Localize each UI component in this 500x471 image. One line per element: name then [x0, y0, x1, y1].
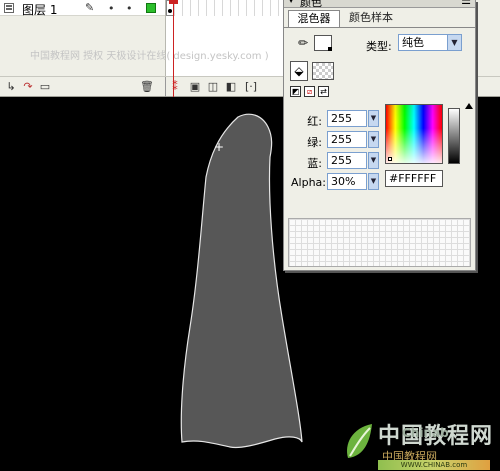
- playhead[interactable]: [173, 0, 174, 97]
- frame-grid: [166, 0, 285, 16]
- collapse-arrow-icon[interactable]: ▼: [288, 0, 294, 4]
- red-label: 红:: [307, 115, 322, 128]
- onion-markers-icon[interactable]: [·]: [244, 80, 258, 94]
- toolbar-divider: [165, 77, 166, 97]
- tab-mixer[interactable]: 混色器: [288, 10, 340, 27]
- fill-bucket-icon[interactable]: ⬙: [290, 61, 308, 81]
- color-spectrum[interactable]: [385, 104, 443, 164]
- playhead-handle[interactable]: [169, 0, 178, 4]
- blue-input[interactable]: 255: [327, 152, 367, 169]
- leaf-logo-icon: [347, 424, 372, 458]
- add-layer-icon[interactable]: ↳: [4, 80, 18, 94]
- watermark-text: 中国教程网 授权 天极设计在线( design.yesky.com ): [30, 51, 269, 62]
- add-guide-layer-icon[interactable]: ↷: [21, 80, 35, 94]
- visibility-dot[interactable]: •: [108, 2, 115, 15]
- layer-name[interactable]: 图层 1: [22, 1, 57, 18]
- alpha-input[interactable]: 30%: [327, 173, 367, 190]
- panel-header[interactable]: ▼ 颜色 ☰: [284, 0, 475, 9]
- hex-input[interactable]: #FFFFFF: [385, 170, 443, 187]
- lock-dot[interactable]: •: [126, 2, 133, 15]
- green-dropdown-icon[interactable]: ▼: [368, 131, 379, 148]
- frame-area[interactable]: [165, 0, 285, 76]
- edit-frames-icon[interactable]: ◧: [224, 80, 238, 94]
- logo-english-text: Chinab: [402, 426, 449, 440]
- blue-dropdown-icon[interactable]: ▼: [368, 152, 379, 169]
- blue-label: 蓝:: [307, 157, 322, 170]
- onion-outline-icon[interactable]: ◫: [206, 80, 220, 94]
- brightness-marker-icon[interactable]: [465, 103, 473, 109]
- green-input[interactable]: 255: [327, 131, 367, 148]
- alpha-dropdown-icon[interactable]: ▼: [368, 173, 379, 190]
- tab-swatches[interactable]: 颜色样本: [341, 10, 401, 27]
- layer-outline-color[interactable]: [146, 3, 156, 13]
- layer-row[interactable]: 图层 1 ✎ • •: [0, 0, 165, 18]
- black-white-icon[interactable]: ◩: [290, 86, 301, 97]
- color-panel: ▼ 颜色 ☰ 混色器 颜色样本 ✏ 类型: 纯色 ▼ ⬙ ◩ ⧄ ⇄ 红: 25…: [283, 0, 476, 271]
- panel-menu-icon[interactable]: ☰: [461, 0, 471, 7]
- red-dropdown-icon[interactable]: ▼: [368, 110, 379, 127]
- mixer-body: ✏ 类型: 纯色 ▼ ⬙ ◩ ⧄ ⇄ 红: 255 ▼ 绿: 255 ▼ 蓝: …: [284, 27, 475, 270]
- fill-type-value: 纯色: [402, 36, 424, 49]
- logo-url: WWW.CHINAB.com: [378, 460, 490, 470]
- center-frame-icon[interactable]: ⁑: [170, 80, 180, 94]
- stroke-color-swatch[interactable]: [314, 35, 332, 51]
- type-label: 类型:: [366, 40, 392, 53]
- crosshair-cursor-icon: +: [214, 140, 224, 154]
- fill-color-swatch[interactable]: [312, 62, 334, 80]
- red-input[interactable]: 255: [327, 110, 367, 127]
- alpha-label: Alpha:: [291, 176, 326, 189]
- spectrum-shade: [386, 105, 442, 163]
- panel-title: 颜色: [300, 0, 322, 9]
- spectrum-cursor[interactable]: [388, 157, 392, 161]
- trash-icon[interactable]: 🗑: [140, 80, 154, 94]
- swap-colors-icon[interactable]: ⇄: [318, 86, 329, 97]
- color-preview-swatch: [288, 218, 471, 267]
- brightness-slider[interactable]: [448, 108, 460, 164]
- site-logo: 中国教程网 Chinab 中国教程网 WWW.CHINAB.com: [342, 418, 500, 471]
- layer-icon: [4, 3, 14, 13]
- fill-type-select[interactable]: 纯色 ▼: [398, 34, 462, 51]
- no-color-icon[interactable]: ⧄: [304, 86, 315, 97]
- stroke-pencil-icon: ✏: [298, 36, 309, 50]
- pencil-icon: ✎: [85, 1, 95, 14]
- green-label: 绿:: [307, 136, 322, 149]
- onion-skin-icon[interactable]: ▣: [188, 80, 202, 94]
- chevron-down-icon[interactable]: ▼: [447, 35, 461, 50]
- insert-folder-icon[interactable]: ▭: [38, 80, 52, 94]
